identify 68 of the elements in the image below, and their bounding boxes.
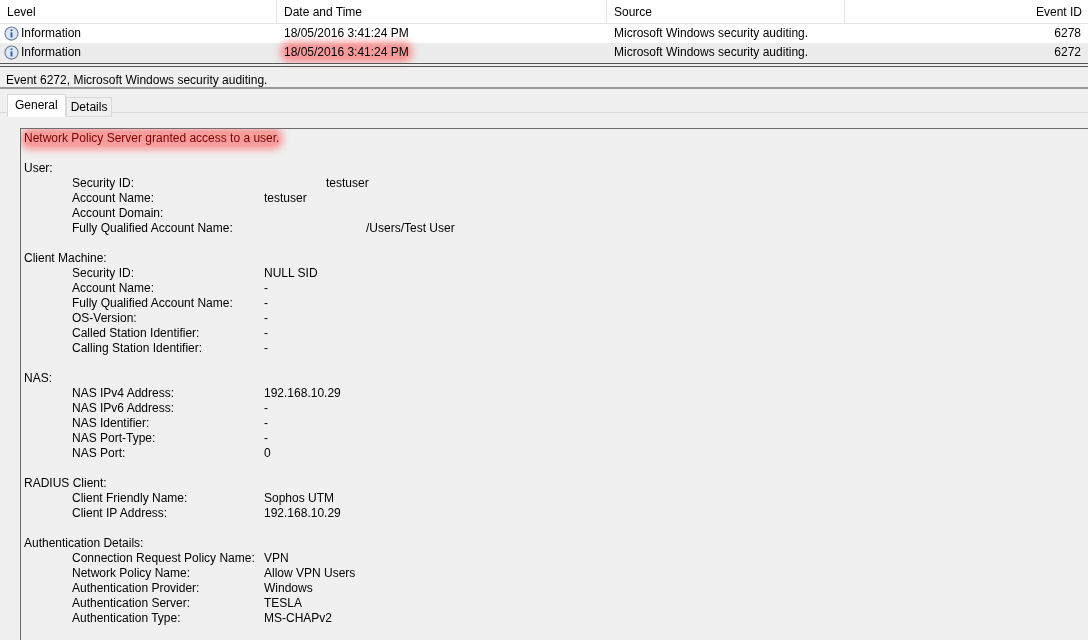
field-label: Calling Station Identifier: <box>71 341 204 356</box>
field-label: Account Name: <box>71 191 156 206</box>
field-label: Fully Qualified Account Name: <box>71 296 234 311</box>
field-label: Called Station Identifier: <box>71 326 201 341</box>
field-value: /Users/Test User <box>366 221 455 236</box>
field-label: NAS Identifier: <box>71 416 151 431</box>
info-icon <box>4 26 19 41</box>
section-title: User: <box>24 161 53 175</box>
field-value: - <box>264 281 268 296</box>
field-value: 0 <box>264 446 271 461</box>
field-label: Account Name: <box>71 281 156 296</box>
field-label: Client Friendly Name: <box>71 491 189 506</box>
message-headline: Network Policy Server granted access to a user. <box>24 131 280 146</box>
field-label: Account Domain: <box>71 206 165 221</box>
field-value: testuser <box>264 191 307 206</box>
field-value: Allow VPN Users <box>264 566 356 581</box>
field-label: Connection Request Policy Name: <box>71 551 256 566</box>
source-text: Microsoft Windows security auditing. <box>613 26 810 41</box>
field-value: TESLA <box>264 596 302 611</box>
field-value: Windows <box>264 581 313 596</box>
field-label: Security ID: <box>71 176 135 191</box>
field-value: - <box>264 296 268 311</box>
field-label: Client IP Address: <box>71 506 169 521</box>
source-text: Microsoft Windows security auditing. <box>613 45 810 60</box>
field-value: - <box>264 401 268 416</box>
event-row[interactable]: Information 18/05/2016 3:41:24 PM Microsoft Windows security auditing. 6278 <box>0 24 1088 43</box>
event-title: Event 6272, Microsoft Windows security auditing. <box>6 73 268 87</box>
field-value: - <box>264 431 268 446</box>
field-label: NAS Port-Type: <box>71 431 157 446</box>
section-title: NAS: <box>24 371 52 385</box>
field-value: 192.168.10.29 <box>264 386 341 401</box>
section-title: Client Machine: <box>24 251 107 265</box>
column-header[interactable]: Event ID <box>845 0 1088 23</box>
event-id-text: 6272 <box>1053 45 1082 60</box>
column-header[interactable]: Level <box>0 0 277 23</box>
field-value: testuser <box>326 176 369 191</box>
tab[interactable]: Details <box>65 97 113 117</box>
tab[interactable]: General <box>7 94 66 117</box>
field-label: Authentication Type: <box>71 611 182 626</box>
field-value: - <box>264 416 268 431</box>
column-header[interactable]: Date and Time <box>277 0 607 23</box>
field-label: OS-Version: <box>71 311 138 326</box>
field-value: VPN <box>264 551 289 566</box>
field-value: - <box>264 341 268 356</box>
field-label: Security ID: <box>71 266 135 281</box>
field-value: - <box>264 326 268 341</box>
field-label: Authentication Server: <box>71 596 192 611</box>
date-text: 18/05/2016 3:41:24 PM <box>284 26 409 40</box>
field-value: MS-CHAPv2 <box>264 611 332 626</box>
field-label: NAS IPv4 Address: <box>71 386 176 401</box>
field-value: 192.168.10.29 <box>264 506 341 521</box>
column-header[interactable]: Source <box>607 0 845 23</box>
field-value: NULL SID <box>264 266 318 281</box>
section-title: RADIUS Client: <box>24 476 107 490</box>
field-label: NAS Port: <box>71 446 127 461</box>
section-title: Authentication Details: <box>24 536 144 550</box>
field-label: Authentication Provider: <box>71 581 201 596</box>
level-text: Information <box>21 45 82 60</box>
event-row[interactable]: Information 18/05/2016 3:41:24 PM Microsoft Windows security auditing. 6272 <box>0 43 1088 62</box>
field-label: Network Policy Name: <box>71 566 192 581</box>
level-text: Information <box>21 26 82 41</box>
field-value: Sophos UTM <box>264 491 335 506</box>
field-label: Fully Qualified Account Name: <box>71 221 234 236</box>
field-value: - <box>264 311 268 326</box>
field-label: NAS IPv6 Address: <box>71 401 176 416</box>
event-id-text: 6278 <box>1053 26 1082 41</box>
date-text: 18/05/2016 3:41:24 PM <box>284 45 409 59</box>
info-icon <box>4 45 19 60</box>
